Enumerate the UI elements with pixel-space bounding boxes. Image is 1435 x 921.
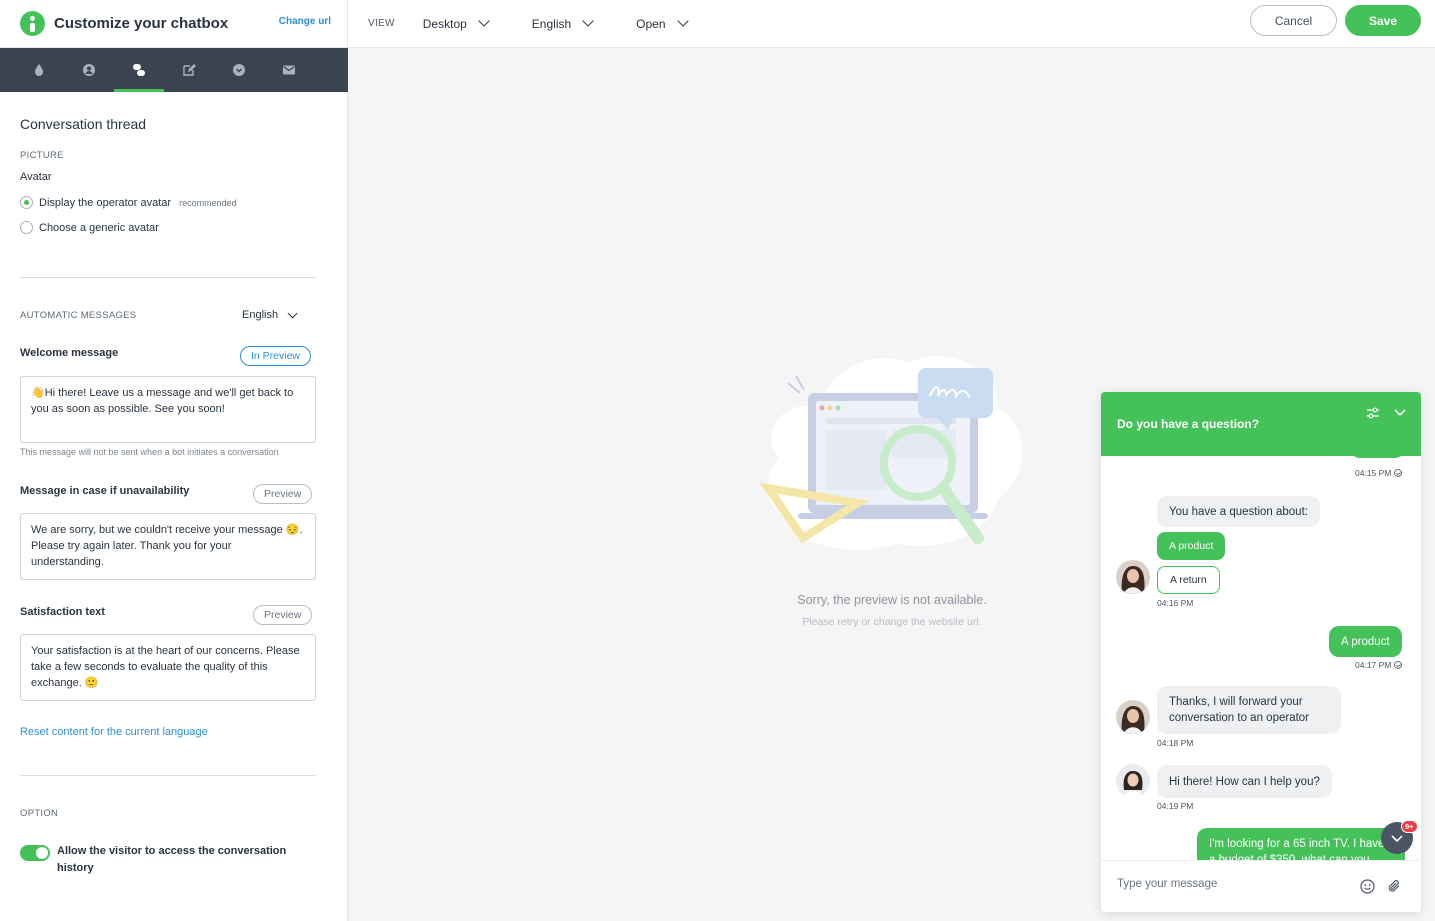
option-caption: OPTION (20, 808, 59, 819)
recommended-note: recommended (179, 197, 237, 208)
operator-avatar (1116, 560, 1150, 594)
language-dropdown-value: English (531, 16, 572, 31)
welcome-message-label: Welcome message (20, 347, 119, 359)
message-time: 04:17 PM (1355, 660, 1403, 670)
visitor-message-bubble: A product (1329, 626, 1402, 657)
unavailable-message-label: Message in case if unavailability (20, 485, 190, 497)
radio-label: Choose a generic avatar (39, 221, 159, 234)
message-input[interactable] (1117, 878, 1337, 890)
tab-offline[interactable] (264, 48, 314, 92)
operator-avatar (1116, 700, 1150, 734)
settings-tab-bar (0, 48, 348, 92)
language-dropdown[interactable]: English (531, 15, 594, 31)
visitor-message-bubble: I'm looking for a 65 inch TV. I have a b… (1197, 828, 1405, 860)
divider (20, 775, 316, 776)
messages-language-value: English (242, 309, 279, 321)
chat-messages: 04:15 PM You have a question about: A pr… (1101, 456, 1421, 860)
page-title: Customize your chatbox (54, 15, 229, 32)
satisfaction-text-label: Satisfaction text (20, 606, 105, 618)
welcome-message-field[interactable]: 👋Hi there! Leave us a message and we'll … (20, 376, 316, 443)
previous-message-bubble (1350, 456, 1405, 458)
history-toggle-label: Allow the visitor to access the conversa… (57, 845, 287, 874)
message-time: 04:15 PM (1355, 468, 1403, 478)
chevron-down-icon (478, 15, 490, 27)
chat-composer (1101, 860, 1421, 912)
chat-title: Do you have a question? (1117, 417, 1260, 431)
emoji-icon[interactable] (1360, 879, 1375, 894)
tab-edit[interactable] (164, 48, 214, 92)
message-time: 04:18 PM (1157, 738, 1194, 748)
history-toggle[interactable] (20, 845, 50, 861)
welcome-hint: This message will not be sent when a bot… (20, 447, 279, 457)
divider (20, 277, 316, 278)
mail-icon (283, 65, 295, 75)
operator-avatar (1116, 764, 1150, 798)
edit-icon (183, 64, 196, 76)
radio-operator-avatar[interactable]: Display the operator avatar recommended (20, 196, 237, 209)
unavailable-message-field[interactable]: We are sorry, but we couldn't receive yo… (20, 513, 316, 580)
radio-generic-avatar[interactable]: Choose a generic avatar (20, 221, 159, 234)
choice-return-button[interactable]: A return (1157, 566, 1220, 594)
chevron-down-icon (287, 308, 298, 318)
chat-widget: Do you have a question? 04:15 PM You hav… (1101, 392, 1421, 912)
cancel-button[interactable]: Cancel (1250, 5, 1337, 36)
welcome-preview-button[interactable]: In Preview (240, 346, 312, 366)
read-check-icon (1394, 661, 1403, 669)
chat-header: Do you have a question? (1101, 392, 1421, 456)
save-button[interactable]: Save (1345, 5, 1421, 36)
choice-product-button[interactable]: A product (1157, 532, 1226, 560)
radio-label: Display the operator avatar (39, 196, 172, 209)
device-dropdown[interactable]: Desktop (422, 15, 490, 31)
reset-content-link[interactable]: Reset content for the current language (20, 726, 208, 738)
satisfaction-text-field[interactable]: Your satisfaction is at the heart of our… (20, 634, 316, 701)
picture-caption: PICTURE (20, 150, 64, 161)
top-bar: Customize your chatbox Change url VIEW D… (0, 0, 1435, 48)
message-time: 04:16 PM (1157, 598, 1194, 608)
avatar-label: Avatar (20, 171, 52, 183)
automatic-messages-caption: AUTOMATIC MESSAGES (20, 310, 137, 321)
tab-profile[interactable] (64, 48, 114, 92)
state-dropdown[interactable]: Open (636, 15, 689, 31)
tab-conversation[interactable] (114, 48, 164, 92)
chevron-down-icon (582, 15, 594, 27)
bot-forward-bubble: Thanks, I will forward your conversation… (1157, 686, 1341, 734)
unavailable-preview-button[interactable]: Preview (253, 484, 313, 504)
satisfaction-preview-button[interactable]: Preview (253, 605, 313, 625)
chevron-down-icon (676, 15, 689, 27)
operator-greeting-bubble: Hi there! How can I help you? (1157, 765, 1332, 798)
section-title: Conversation thread (20, 116, 147, 132)
radio-button[interactable] (20, 196, 33, 209)
read-check-icon (1394, 469, 1403, 477)
settings-panel: Conversation thread PICTURE Avatar Displ… (0, 92, 348, 921)
attachment-icon[interactable] (1387, 879, 1402, 894)
chat-bubbles-icon (133, 64, 145, 76)
message-time: 04:19 PM (1157, 801, 1194, 811)
state-dropdown-value: Open (636, 16, 666, 31)
settings-sliders-icon[interactable] (1365, 406, 1381, 420)
tab-collapse[interactable] (214, 48, 264, 92)
tab-appearance[interactable] (14, 48, 64, 92)
preview-unavailable-illustration (759, 355, 1023, 550)
brand: Customize your chatbox Change url (0, 0, 348, 48)
chevron-down-icon[interactable] (1393, 408, 1407, 418)
bot-question-bubble: You have a question about: (1157, 496, 1320, 527)
radio-button[interactable] (20, 221, 33, 234)
messages-language-dropdown[interactable]: English (242, 308, 298, 321)
change-url-link[interactable]: Change url (279, 16, 331, 27)
user-icon (83, 64, 95, 76)
drop-icon (35, 64, 43, 76)
unread-badge: 9+ (1401, 820, 1418, 833)
device-dropdown-value: Desktop (422, 16, 467, 31)
chevron-circle-icon (233, 64, 245, 76)
view-label: VIEW (368, 18, 395, 29)
app-logo-icon (20, 11, 45, 36)
